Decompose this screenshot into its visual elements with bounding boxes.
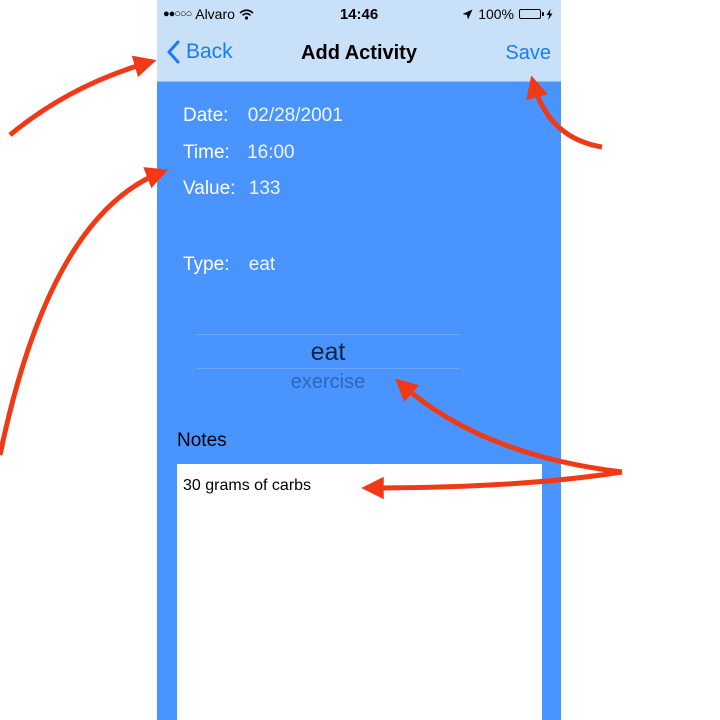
location-arrow-icon (462, 9, 473, 19)
picker-option-next[interactable]: exercise (197, 371, 459, 394)
picker-bottom-line (197, 368, 459, 369)
charging-bolt-icon (546, 8, 553, 20)
notes-text: 30 grams of carbs (183, 477, 312, 494)
battery-icon (519, 9, 544, 19)
date-row[interactable]: Date: 02/28/2001 (183, 105, 343, 127)
save-button[interactable]: Save (505, 42, 551, 65)
value-row[interactable]: Value: 133 (183, 178, 280, 200)
battery-percent: 100% (478, 6, 514, 22)
page-title: Add Activity (301, 42, 417, 64)
type-picker[interactable]: eat exercise (197, 334, 459, 404)
type-value[interactable]: eat (249, 254, 275, 275)
value-label: Value: (183, 178, 236, 199)
status-bar: ●●○○○ Alvaro 14:46 100% (157, 0, 561, 28)
annotation-arrow-back (8, 55, 157, 137)
date-label: Date: (183, 105, 229, 126)
time-row[interactable]: Time: 16:00 (183, 142, 295, 164)
notes-textarea[interactable]: 30 grams of carbs (177, 464, 542, 720)
date-value[interactable]: 02/28/2001 (248, 105, 343, 126)
notes-label: Notes (177, 430, 227, 451)
time-label: Time: (183, 142, 230, 163)
status-right: 100% (462, 6, 553, 22)
type-label: Type: (183, 254, 230, 275)
type-row[interactable]: Type: eat (183, 254, 275, 276)
picker-option-selected[interactable]: eat (197, 338, 459, 367)
annotation-arrow-fields (0, 167, 169, 456)
value-value[interactable]: 133 (249, 178, 281, 199)
time-value[interactable]: 16:00 (247, 142, 295, 163)
picker-top-line (197, 334, 459, 335)
navigation-bar: Back Add Activity Save (157, 28, 561, 82)
phone-screen: ●●○○○ Alvaro 14:46 100% Back Add Activit… (157, 0, 561, 720)
